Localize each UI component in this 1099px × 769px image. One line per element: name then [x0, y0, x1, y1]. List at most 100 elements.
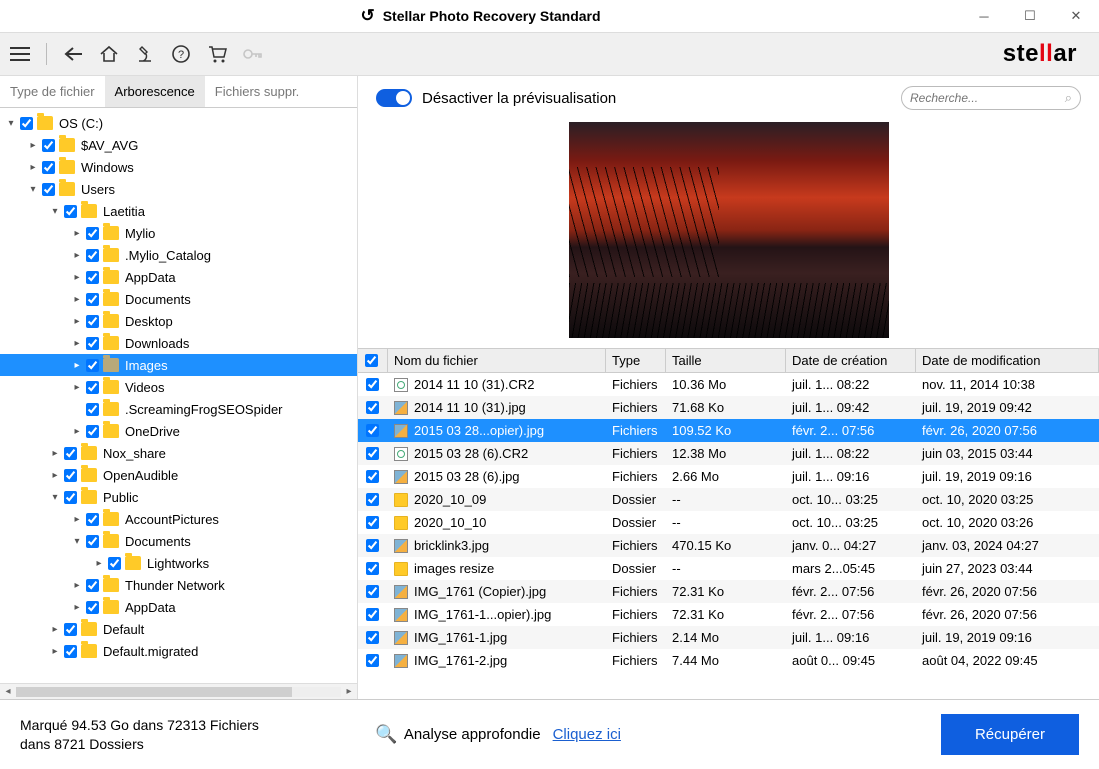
tree-twist-icon[interactable]: ▾ [4, 116, 18, 130]
tree-checkbox[interactable] [86, 535, 99, 548]
tree-item[interactable]: ▸Lightworks [0, 552, 357, 574]
back-icon[interactable] [61, 42, 85, 66]
tree-item[interactable]: ▸.Mylio_Catalog [0, 244, 357, 266]
tree-checkbox[interactable] [86, 315, 99, 328]
tree-twist-icon[interactable]: ▸ [70, 248, 84, 262]
tree-checkbox[interactable] [42, 183, 55, 196]
tree-checkbox[interactable] [64, 469, 77, 482]
tree-twist-icon[interactable] [70, 402, 84, 416]
row-checkbox[interactable] [366, 401, 379, 414]
tree-item[interactable]: ▸Default.migrated [0, 640, 357, 662]
tree-twist-icon[interactable]: ▸ [48, 644, 62, 658]
row-checkbox[interactable] [366, 493, 379, 506]
help-icon[interactable]: ? [169, 42, 193, 66]
scroll-left-icon[interactable]: ◂ [0, 686, 16, 697]
folder-tree[interactable]: ▾OS (C:)▸$AV_AVG▸Windows▾Users▾Laetitia▸… [0, 108, 357, 683]
tree-twist-icon[interactable]: ▸ [70, 424, 84, 438]
tree-item[interactable]: ▸Default [0, 618, 357, 640]
tree-twist-icon[interactable]: ▸ [26, 138, 40, 152]
scroll-right-icon[interactable]: ▸ [341, 686, 357, 697]
preview-toggle[interactable] [376, 89, 412, 107]
cart-icon[interactable] [205, 42, 229, 66]
grid-body[interactable]: 2014 11 10 (31).CR2Fichiers10.36 Mojuil.… [358, 373, 1099, 699]
tree-checkbox[interactable] [86, 425, 99, 438]
tree-twist-icon[interactable]: ▸ [48, 468, 62, 482]
row-checkbox[interactable] [366, 585, 379, 598]
tree-checkbox[interactable] [86, 293, 99, 306]
row-checkbox[interactable] [366, 424, 379, 437]
tree-twist-icon[interactable]: ▾ [48, 490, 62, 504]
tree-item[interactable]: ▸Downloads [0, 332, 357, 354]
close-button[interactable]: ✕ [1053, 0, 1099, 32]
tree-item[interactable]: ▸AppData [0, 266, 357, 288]
tree-checkbox[interactable] [86, 601, 99, 614]
tree-checkbox[interactable] [42, 161, 55, 174]
tree-checkbox[interactable] [86, 513, 99, 526]
row-checkbox[interactable] [366, 608, 379, 621]
tree-item[interactable]: ▾Users [0, 178, 357, 200]
key-icon[interactable] [241, 42, 265, 66]
table-row[interactable]: 2015 03 28...opier).jpgFichiers109.52 Ko… [358, 419, 1099, 442]
tree-item[interactable]: ▸Images [0, 354, 357, 376]
tree-twist-icon[interactable]: ▸ [70, 380, 84, 394]
tree-twist-icon[interactable]: ▸ [70, 292, 84, 306]
tree-item[interactable]: .ScreamingFrogSEOSpider [0, 398, 357, 420]
row-checkbox[interactable] [366, 447, 379, 460]
tree-checkbox[interactable] [86, 381, 99, 394]
tree-item[interactable]: ▸Documents [0, 288, 357, 310]
table-row[interactable]: images resizeDossier--mars 2...05:45juin… [358, 557, 1099, 580]
tab-tree[interactable]: Arborescence [105, 76, 205, 107]
table-row[interactable]: IMG_1761 (Copier).jpgFichiers72.31 Kofév… [358, 580, 1099, 603]
search-box[interactable]: ⌕ [901, 86, 1081, 110]
tree-checkbox[interactable] [64, 447, 77, 460]
tree-checkbox[interactable] [108, 557, 121, 570]
tree-item[interactable]: ▾Documents [0, 530, 357, 552]
tree-twist-icon[interactable]: ▾ [26, 182, 40, 196]
tree-twist-icon[interactable]: ▸ [70, 226, 84, 240]
tree-twist-icon[interactable]: ▾ [48, 204, 62, 218]
recover-button[interactable]: Récupérer [941, 714, 1079, 755]
tree-checkbox[interactable] [86, 227, 99, 240]
table-row[interactable]: IMG_1761-1...opier).jpgFichiers72.31 Kof… [358, 603, 1099, 626]
table-row[interactable]: 2014 11 10 (31).jpgFichiers71.68 Kojuil.… [358, 396, 1099, 419]
table-row[interactable]: 2014 11 10 (31).CR2Fichiers10.36 Mojuil.… [358, 373, 1099, 396]
table-row[interactable]: 2015 03 28 (6).CR2Fichiers12.38 Mojuil. … [358, 442, 1099, 465]
table-row[interactable]: IMG_1761-2.jpgFichiers7.44 Moaoût 0... 0… [358, 649, 1099, 672]
tree-checkbox[interactable] [86, 403, 99, 416]
row-checkbox[interactable] [366, 654, 379, 667]
tree-item[interactable]: ▾OS (C:) [0, 112, 357, 134]
tree-item[interactable]: ▸AppData [0, 596, 357, 618]
tree-item[interactable]: ▾Laetitia [0, 200, 357, 222]
search-icon[interactable]: ⌕ [1065, 90, 1072, 106]
tree-checkbox[interactable] [64, 491, 77, 504]
tree-twist-icon[interactable]: ▸ [92, 556, 106, 570]
table-row[interactable]: bricklink3.jpgFichiers470.15 Kojanv. 0..… [358, 534, 1099, 557]
menu-icon[interactable] [8, 42, 32, 66]
row-checkbox[interactable] [366, 378, 379, 391]
tree-item[interactable]: ▸Mylio [0, 222, 357, 244]
tree-twist-icon[interactable]: ▸ [48, 446, 62, 460]
tab-filetype[interactable]: Type de fichier [0, 76, 105, 107]
row-checkbox[interactable] [366, 539, 379, 552]
row-checkbox[interactable] [366, 631, 379, 644]
tree-checkbox[interactable] [86, 271, 99, 284]
col-checkbox[interactable] [358, 349, 388, 372]
tree-twist-icon[interactable]: ▸ [70, 600, 84, 614]
col-type[interactable]: Type [606, 349, 666, 372]
microscope-icon[interactable] [133, 42, 157, 66]
tree-twist-icon[interactable]: ▾ [70, 534, 84, 548]
tree-item[interactable]: ▸OneDrive [0, 420, 357, 442]
col-modified[interactable]: Date de modification [916, 349, 1099, 372]
tree-checkbox[interactable] [86, 337, 99, 350]
table-row[interactable]: IMG_1761-1.jpgFichiers2.14 Mojuil. 1... … [358, 626, 1099, 649]
tree-twist-icon[interactable]: ▸ [48, 622, 62, 636]
tree-checkbox[interactable] [64, 623, 77, 636]
tree-twist-icon[interactable]: ▸ [70, 336, 84, 350]
tree-checkbox[interactable] [64, 205, 77, 218]
tree-item[interactable]: ▸Desktop [0, 310, 357, 332]
deep-scan-link[interactable]: Cliquez ici [553, 726, 621, 743]
minimize-button[interactable]: ─ [961, 0, 1007, 32]
col-created[interactable]: Date de création [786, 349, 916, 372]
tree-twist-icon[interactable]: ▸ [26, 160, 40, 174]
tree-twist-icon[interactable]: ▸ [70, 512, 84, 526]
